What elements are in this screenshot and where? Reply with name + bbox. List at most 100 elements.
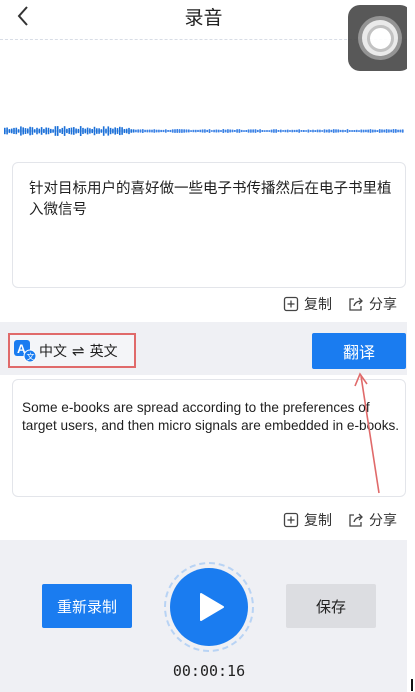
waveform-bar xyxy=(68,128,70,134)
waveform-bar xyxy=(114,127,116,135)
share-button[interactable]: 分享 xyxy=(348,510,397,530)
waveform-bar xyxy=(282,130,284,132)
waveform-bar xyxy=(158,129,160,133)
waveform-bar xyxy=(399,129,402,133)
waveform-bar xyxy=(169,129,172,133)
waveform-bar xyxy=(305,130,307,132)
waveform-bar xyxy=(75,128,77,134)
target-panel: Some e-books are spread according to the… xyxy=(0,375,407,540)
translate-button[interactable]: 翻译 xyxy=(312,333,406,369)
waveform-bar xyxy=(24,128,27,134)
assistive-touch-ring xyxy=(362,20,398,56)
waveform-bar xyxy=(247,129,250,133)
waveform-bar xyxy=(401,129,404,133)
share-icon xyxy=(349,513,363,527)
waveform-bar xyxy=(332,129,335,133)
waveform-bar xyxy=(227,129,229,133)
waveform-bar xyxy=(397,129,399,133)
waveform-bar xyxy=(153,129,156,133)
waveform-bar xyxy=(162,129,165,133)
source-language: 中文 xyxy=(39,343,67,360)
waveform-bar xyxy=(337,129,340,133)
waveform-bar xyxy=(130,129,133,133)
waveform-bar xyxy=(15,127,18,135)
source-text: 针对目标用户的喜好做一些电子书传播然后在电子书里植入微信号 xyxy=(29,181,392,218)
share-button[interactable]: 分享 xyxy=(348,294,397,314)
copy-label: 复制 xyxy=(304,513,332,529)
waveform-bar xyxy=(323,129,326,133)
copy-button[interactable]: 复制 xyxy=(283,294,332,314)
waveform-bar xyxy=(284,129,287,133)
waveform-bar xyxy=(208,129,211,133)
waveform-bar xyxy=(29,126,31,136)
waveform-bar xyxy=(84,128,87,134)
waveform-bar xyxy=(335,129,337,133)
waveform-bar xyxy=(192,129,195,133)
waveform-bar xyxy=(312,129,314,133)
translate-icon: A 文 xyxy=(14,339,36,362)
waveform-bar xyxy=(93,126,96,136)
waveform-bar xyxy=(167,130,169,132)
language-selector[interactable]: A 文 中文 ⇌ 英文 xyxy=(8,333,136,368)
waveform-bar xyxy=(66,128,68,134)
waveform-bar xyxy=(286,129,289,133)
waveform-bar xyxy=(300,130,303,132)
waveform-bar xyxy=(369,129,372,133)
waveform-bar xyxy=(385,129,388,133)
target-text-box[interactable]: Some e-books are spread according to the… xyxy=(12,379,406,497)
waveform-bar xyxy=(243,130,245,132)
waveform-bar xyxy=(307,129,310,133)
waveform-bar xyxy=(229,129,231,133)
waveform-bar xyxy=(213,129,215,133)
copy-icon xyxy=(283,512,299,528)
waveform-bar xyxy=(56,126,59,136)
recording-timer: 00:00:16 xyxy=(172,662,246,680)
waveform-bar xyxy=(291,129,294,133)
waveform-bar xyxy=(4,127,6,135)
waveform-bar xyxy=(293,129,296,133)
waveform-bar xyxy=(270,129,273,133)
assistive-touch-button[interactable] xyxy=(348,5,407,71)
waveform-bar xyxy=(181,129,183,133)
copy-button[interactable]: 复制 xyxy=(283,510,332,530)
waveform-bar xyxy=(263,130,266,132)
waveform-bar xyxy=(319,129,321,133)
play-button[interactable] xyxy=(164,562,254,652)
waveform-bar xyxy=(395,129,397,133)
source-text-box[interactable]: 针对目标用户的喜好做一些电子书传播然后在电子书里植入微信号 xyxy=(12,162,406,288)
waveform-bar xyxy=(132,129,135,133)
waveform-bar xyxy=(390,129,392,133)
waveform-bar xyxy=(383,129,386,133)
waveform-bar xyxy=(10,128,13,134)
share-label: 分享 xyxy=(369,297,397,313)
edge-mark xyxy=(411,679,413,691)
waveform-bar xyxy=(79,126,82,136)
rerecord-button[interactable]: 重新录制 xyxy=(42,584,132,628)
waveform-bar xyxy=(148,129,151,133)
waveform-bar xyxy=(107,126,110,136)
waveform-bar xyxy=(82,127,84,134)
waveform-bar xyxy=(201,129,204,133)
waveform-bar xyxy=(388,129,390,133)
waveform-bar xyxy=(342,129,344,133)
waveform-bar xyxy=(194,129,197,133)
save-button[interactable]: 保存 xyxy=(286,584,376,628)
waveform-bar xyxy=(365,129,367,133)
waveform-bar xyxy=(50,128,52,134)
waveform-bar xyxy=(268,130,271,132)
waveform-bar xyxy=(178,129,181,133)
waveform-bar xyxy=(217,129,220,133)
waveform-bar xyxy=(231,129,234,133)
waveform-bar xyxy=(206,129,208,133)
waveform-bar xyxy=(123,129,126,133)
assistive-touch-icon xyxy=(358,16,402,60)
waveform-bar xyxy=(142,129,144,133)
waveform-bar xyxy=(367,129,369,133)
waveform-bar xyxy=(52,129,54,133)
waveform-bar xyxy=(250,129,252,133)
waveform-bar xyxy=(77,128,80,134)
swap-icon: ⇌ xyxy=(72,341,85,360)
waveform-bar xyxy=(100,129,103,133)
waveform-bar xyxy=(176,129,179,133)
waveform-bar xyxy=(174,129,176,133)
